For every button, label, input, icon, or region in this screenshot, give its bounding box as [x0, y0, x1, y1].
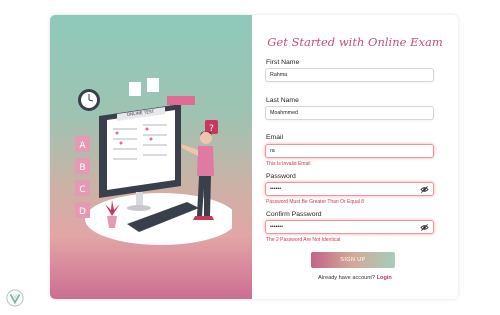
confirm-password-error: The 2 Password Are Not Identical: [266, 237, 341, 243]
login-link[interactable]: Login: [377, 275, 392, 281]
first-name-value: Rahma: [270, 72, 288, 78]
online-exam-illustration: A B C D ONLINE TEST ?: [75, 78, 232, 245]
first-name-field[interactable]: Rahma: [265, 68, 434, 82]
confirm-password-field[interactable]: •••••••: [265, 220, 434, 234]
email-label: Email: [266, 134, 283, 141]
account-text: Already have account?: [318, 275, 376, 281]
confirm-password-value: •••••••: [270, 224, 283, 230]
last-name-field[interactable]: Moahmmed: [265, 106, 434, 120]
signup-button[interactable]: SIGN UP: [311, 252, 395, 268]
last-name-label: Last Name: [266, 97, 299, 104]
letter-d: D: [79, 207, 86, 217]
signup-card: A B C D ONLINE TEST ? Get Started with O…: [50, 15, 458, 299]
password-field[interactable]: ••••••: [265, 182, 434, 196]
letter-c: C: [79, 185, 85, 195]
email-value: ra: [270, 148, 275, 154]
email-field[interactable]: ra: [265, 144, 434, 158]
email-error: This Is Invalid Email: [266, 161, 311, 167]
watermark-logo-icon: [6, 289, 24, 307]
illustration-panel: A B C D ONLINE TEST ?: [50, 15, 252, 299]
password-value: ••••••: [270, 186, 282, 192]
eye-slash-icon[interactable]: [420, 185, 429, 194]
last-name-value: Moahmmed: [270, 110, 298, 116]
form-title: Get Started with Online Exam: [267, 35, 443, 49]
password-label: Password: [266, 173, 296, 180]
signup-form: Get Started with Online Exam First Name …: [252, 15, 458, 299]
confirm-password-label: Confirm Password: [266, 211, 322, 218]
letter-b: B: [79, 163, 85, 173]
eye-slash-icon[interactable]: [420, 223, 429, 232]
letter-a: A: [79, 141, 86, 151]
password-error: Password Must Be Greater Than Or Equal 8: [266, 199, 365, 205]
login-prompt: Already have account? Login: [252, 275, 458, 281]
first-name-label: First Name: [266, 59, 300, 66]
